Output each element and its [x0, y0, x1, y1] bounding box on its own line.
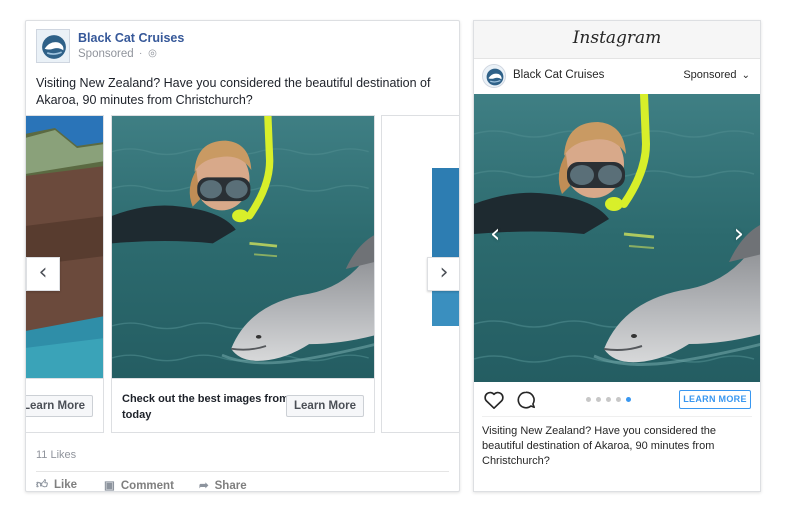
chevron-left-icon: ‹: [38, 260, 48, 285]
like-label: Like: [54, 479, 78, 491]
sponsored-dropdown[interactable]: Sponsored ⌄: [683, 69, 750, 81]
comment-icon[interactable]: [516, 390, 536, 410]
share-button[interactable]: ➦ Share: [199, 478, 247, 492]
sponsored-separator: ·: [139, 48, 143, 59]
carousel-dot: [616, 397, 621, 402]
likes-count[interactable]: 11 Likes: [36, 449, 76, 461]
share-arrow-icon: ➦: [199, 480, 209, 492]
page-avatar[interactable]: [36, 29, 70, 63]
facebook-ad-preview: Black Cat Cruises Sponsored · ◎ Visiting…: [25, 20, 460, 492]
heart-icon[interactable]: [483, 390, 505, 410]
carousel-dot: [606, 397, 611, 402]
carousel-prev-button[interactable]: ‹: [26, 257, 60, 291]
learn-more-button[interactable]: LEARN MORE: [679, 390, 751, 409]
chevron-right-icon[interactable]: ›: [734, 219, 744, 249]
thumbs-up-icon: 👍︎: [36, 479, 49, 491]
sponsored-label: Sponsored: [683, 69, 737, 81]
share-label: Share: [214, 480, 247, 492]
instagram-ad-preview: Instagram Black Cat Cruises Sponsored ⌄ …: [473, 20, 761, 492]
learn-more-button[interactable]: Learn More: [286, 395, 364, 417]
comment-label: Comment: [120, 480, 174, 492]
carousel-dot: [596, 397, 601, 402]
learn-more-button[interactable]: Learn More: [26, 395, 93, 417]
card-image: [112, 116, 374, 378]
carousel-image[interactable]: [474, 94, 761, 382]
carousel-indicator: [586, 397, 631, 402]
card-image: [26, 116, 103, 378]
divider: [482, 416, 752, 417]
chevron-right-icon: ›: [439, 260, 449, 285]
instagram-header: Instagram: [474, 21, 760, 59]
speech-bubble-icon: ▣: [104, 480, 115, 492]
carousel-next-button[interactable]: ›: [427, 257, 459, 291]
post-caption: Visiting New Zealand? Have you considere…: [36, 76, 431, 107]
comment-button[interactable]: ▣ Comment: [104, 478, 174, 492]
carousel-dot: [626, 397, 631, 402]
card-image: [432, 168, 459, 326]
carousel-card-current[interactable]: Check out the best images from today Lea…: [111, 115, 375, 433]
chevron-left-icon[interactable]: ‹: [490, 219, 500, 249]
sponsored-label[interactable]: Sponsored: [78, 48, 134, 60]
ad-carousel: Learn More Check out the best images fro…: [26, 115, 459, 433]
divider: [36, 471, 449, 472]
card-headline: Check out the best images from today: [122, 393, 289, 421]
carousel-dot: [586, 397, 591, 402]
account-name[interactable]: Black Cat Cruises: [513, 69, 604, 81]
page-name-link[interactable]: Black Cat Cruises: [78, 31, 184, 45]
like-button[interactable]: 👍︎ Like: [36, 478, 78, 491]
account-avatar[interactable]: [482, 64, 506, 88]
card-footer: Check out the best images from today Lea…: [112, 378, 374, 432]
instagram-logo: Instagram: [572, 28, 662, 48]
card-footer: Learn More: [26, 378, 103, 432]
chevron-down-icon: ⌄: [741, 70, 750, 81]
post-caption: Visiting New Zealand? Have you considere…: [482, 425, 716, 467]
globe-icon: · ◎: [139, 48, 157, 59]
